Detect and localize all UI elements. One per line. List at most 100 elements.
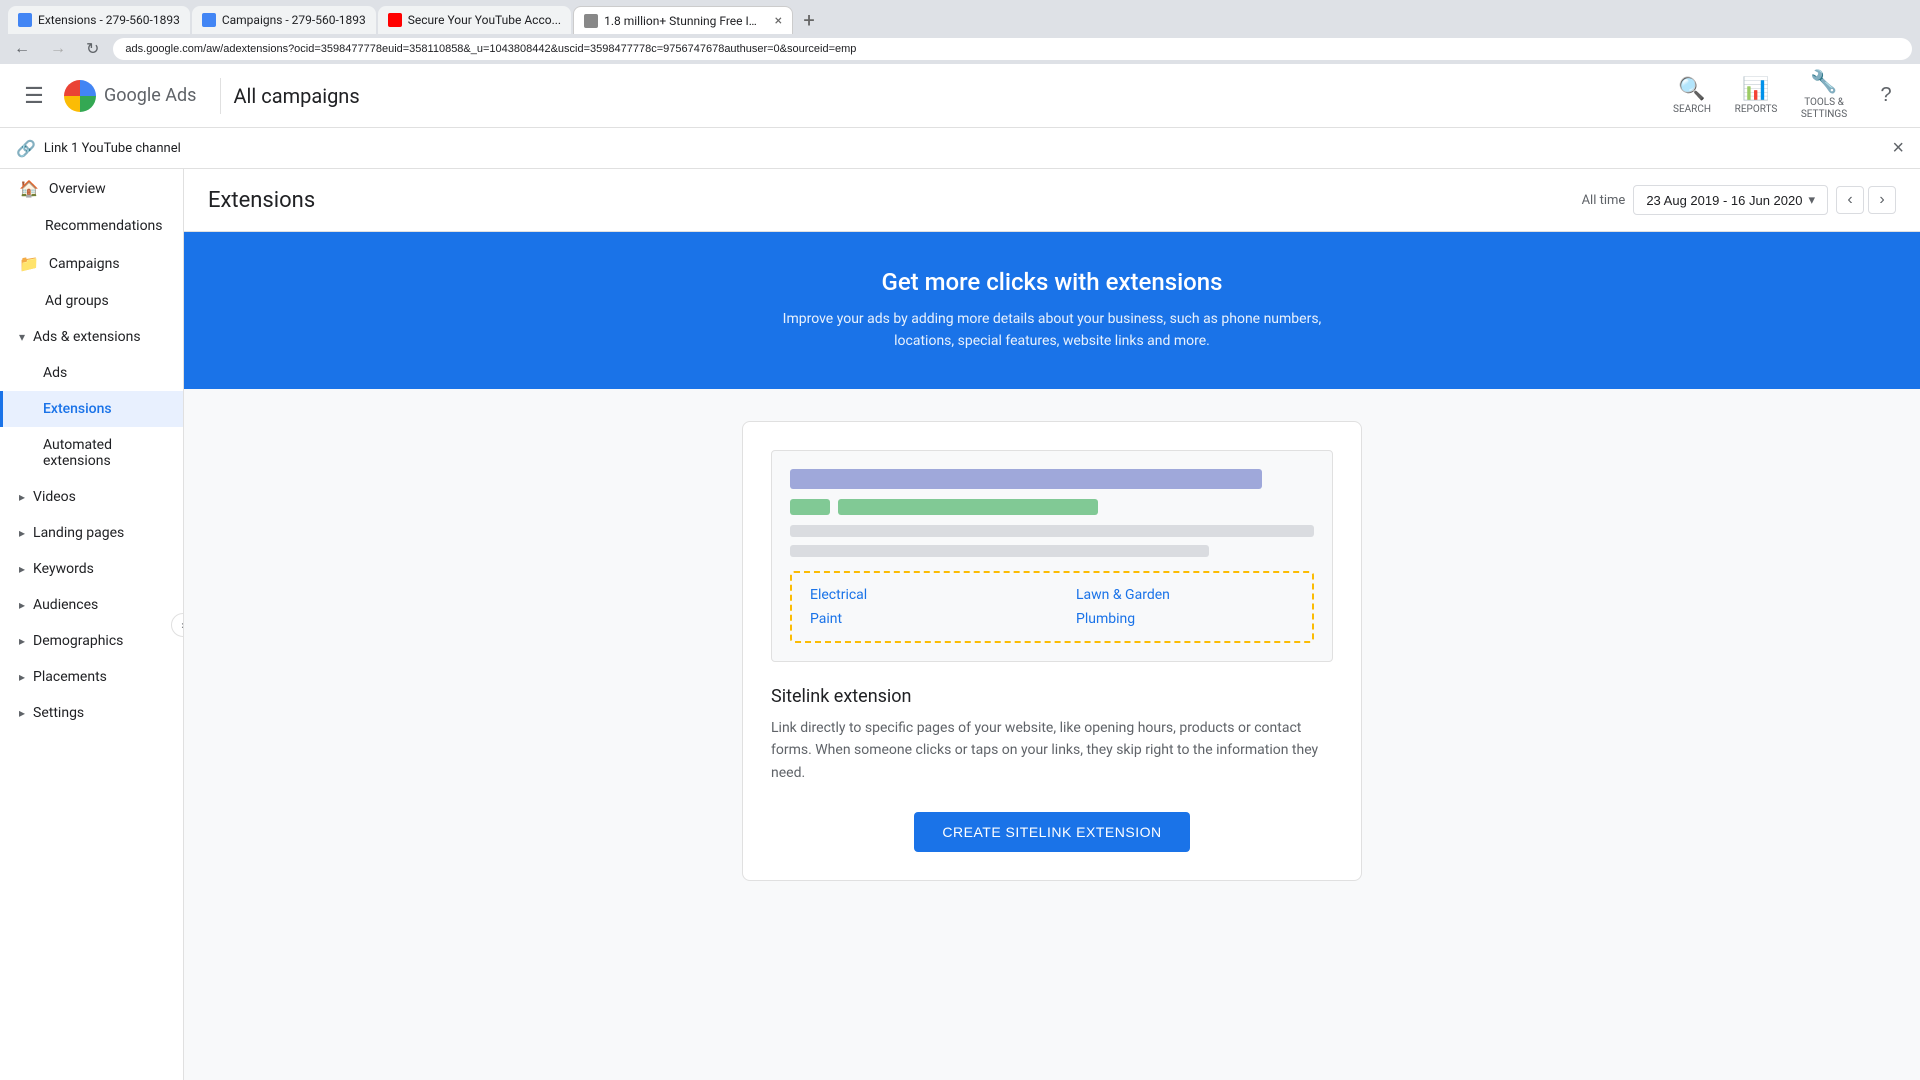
browser-chrome: Extensions - 279-560-1893 Campaigns - 27…	[0, 0, 1920, 64]
sidebar-group-videos[interactable]: ▸ Videos	[0, 479, 183, 515]
sidebar-group-ads-extensions[interactable]: ▾ Ads & extensions	[0, 319, 183, 355]
sidebar-group-landing-pages[interactable]: ▸ Landing pages	[0, 515, 183, 551]
sidebar-label-ads-extensions: Ads & extensions	[33, 329, 141, 345]
content-area: Extensions All time 23 Aug 2019 - 16 Jun…	[184, 169, 1920, 1080]
sidebar-item-ads[interactable]: Ads	[0, 355, 183, 391]
tab-favicon-1	[18, 13, 32, 27]
page-title: Extensions	[208, 188, 315, 213]
chevron-right-icon-keywords: ▸	[19, 562, 25, 576]
sidebar-item-extensions[interactable]: Extensions	[0, 391, 183, 427]
tab-4[interactable]: 1.8 million+ Stunning Free Im... ×	[573, 6, 793, 34]
notification-text: Link 1 YouTube channel	[44, 141, 181, 156]
tools-settings-btn[interactable]: 🔧 TOOLS & SETTINGS	[1788, 66, 1860, 126]
chevron-right-icon-videos: ▸	[19, 490, 25, 504]
help-button[interactable]: ?	[1868, 78, 1904, 114]
app-header: ☰ Google Ads All campaigns 🔍 SEARCH 📊 RE…	[0, 64, 1920, 128]
header-icons: 🔍 SEARCH 📊 REPORTS 🔧 TOOLS & SETTINGS ?	[1660, 66, 1904, 126]
sitelink-1[interactable]: Electrical	[810, 587, 1028, 603]
sidebar-label-automated-extensions: Automated extensions	[43, 437, 167, 469]
tab-2[interactable]: Campaigns - 279-560-1893	[192, 6, 376, 34]
sitelink-3[interactable]: Paint	[810, 611, 1028, 627]
sidebar-label-recommendations: Recommendations	[19, 218, 163, 234]
create-sitelink-button[interactable]: CREATE SITELINK EXTENSION	[914, 812, 1189, 852]
main-layout: 🏠 Overview Recommendations 📁 Campaigns A…	[0, 169, 1920, 1080]
tab-label-3: Secure Your YouTube Acco...	[408, 13, 561, 27]
tab-favicon-4	[584, 14, 598, 28]
back-button[interactable]: ←	[8, 38, 36, 60]
sidebar: 🏠 Overview Recommendations 📁 Campaigns A…	[0, 169, 184, 1080]
all-time-label: All time	[1582, 193, 1626, 208]
sidebar-item-campaigns[interactable]: 📁 Campaigns	[0, 244, 183, 283]
url-input[interactable]	[113, 38, 1912, 60]
reload-button[interactable]: ↻	[80, 37, 105, 61]
date-dropdown-icon: ▾	[1808, 192, 1815, 208]
sidebar-group-keywords[interactable]: ▸ Keywords	[0, 551, 183, 587]
chevron-right-icon-audiences: ▸	[19, 598, 25, 612]
sidebar-item-overview[interactable]: 🏠 Overview	[0, 169, 183, 208]
sitelink-2[interactable]: Lawn & Garden	[1076, 587, 1294, 603]
search-btn[interactable]: 🔍 SEARCH	[1660, 66, 1724, 126]
app-name: Google Ads	[104, 85, 196, 106]
sitelink-4[interactable]: Plumbing	[1076, 611, 1294, 627]
date-range-control: All time 23 Aug 2019 - 16 Jun 2020 ▾ ‹ ›	[1582, 185, 1896, 215]
hamburger-menu[interactable]: ☰	[16, 78, 52, 114]
ad-bar-url-row	[790, 499, 1314, 515]
reports-icon: 📊	[1742, 77, 1769, 102]
sidebar-label-demographics: Demographics	[33, 633, 123, 649]
sitelinks-preview: Electrical Lawn & Garden Paint Plumbing	[790, 571, 1314, 643]
sidebar-label-keywords: Keywords	[33, 561, 94, 577]
search-icon: 🔍	[1678, 77, 1705, 102]
next-period-button[interactable]: ›	[1868, 186, 1896, 214]
chevron-right-icon-demographics: ▸	[19, 634, 25, 648]
tab-favicon-2	[202, 13, 216, 27]
promo-heading: Get more clicks with extensions	[208, 268, 1896, 296]
chevron-right-icon-settings: ▸	[19, 706, 25, 720]
tab-label-4: 1.8 million+ Stunning Free Im...	[604, 14, 765, 28]
tab-3[interactable]: Secure Your YouTube Acco...	[378, 6, 571, 34]
sidebar-group-demographics[interactable]: ▸ Demographics	[0, 623, 183, 659]
nav-arrows: ‹ ›	[1836, 186, 1896, 214]
sidebar-group-audiences[interactable]: ▸ Audiences	[0, 587, 183, 623]
forward-button[interactable]: →	[44, 38, 72, 60]
prev-period-button[interactable]: ‹	[1836, 186, 1864, 214]
tab-1[interactable]: Extensions - 279-560-1893	[8, 6, 190, 34]
notification-bar: 🔗 Link 1 YouTube channel ×	[0, 128, 1920, 169]
sidebar-item-recommendations[interactable]: Recommendations	[0, 208, 183, 244]
ad-bar-desc2	[790, 545, 1209, 557]
content-header: Extensions All time 23 Aug 2019 - 16 Jun…	[184, 169, 1920, 232]
sidebar-label-ads: Ads	[43, 365, 67, 381]
sidebar-label-landing-pages: Landing pages	[33, 525, 124, 541]
sidebar-label-audiences: Audiences	[33, 597, 98, 613]
ad-bar-url-main	[838, 499, 1098, 515]
tab-close-4[interactable]: ×	[775, 13, 782, 29]
sidebar-group-settings[interactable]: ▸ Settings	[0, 695, 183, 731]
sidebar-label-videos: Videos	[33, 489, 76, 505]
chevron-right-icon-landing: ▸	[19, 526, 25, 540]
chevron-down-icon: ▾	[19, 330, 25, 344]
sidebar-label-placements: Placements	[33, 669, 107, 685]
date-range-button[interactable]: 23 Aug 2019 - 16 Jun 2020 ▾	[1633, 185, 1828, 215]
logo-area: Google Ads	[64, 80, 196, 112]
tools-label: TOOLS & SETTINGS	[1788, 97, 1860, 121]
chevron-right-icon-placements: ▸	[19, 670, 25, 684]
new-tab-button[interactable]: +	[795, 6, 823, 34]
extension-description: Link directly to specific pages of your …	[771, 717, 1333, 784]
sidebar-label-ad-groups: Ad groups	[19, 293, 109, 309]
sidebar-group-placements[interactable]: ▸ Placements	[0, 659, 183, 695]
campaign-label: All campaigns	[233, 84, 359, 108]
promo-description: Improve your ads by adding more details …	[752, 308, 1352, 353]
campaigns-icon: 📁	[19, 254, 39, 273]
sidebar-label-settings: Settings	[33, 705, 84, 721]
tab-favicon-3	[388, 13, 402, 27]
ad-preview: Electrical Lawn & Garden Paint Plumbing	[771, 450, 1333, 662]
sidebar-item-automated-extensions[interactable]: Automated extensions	[0, 427, 183, 479]
extension-card-area: Electrical Lawn & Garden Paint Plumbing …	[184, 389, 1920, 913]
tab-label-1: Extensions - 279-560-1893	[38, 13, 180, 27]
reports-label: REPORTS	[1735, 104, 1778, 115]
notification-close[interactable]: ×	[1892, 138, 1904, 158]
tools-icon: 🔧	[1810, 70, 1837, 95]
search-label: SEARCH	[1673, 104, 1711, 115]
reports-btn[interactable]: 📊 REPORTS	[1724, 66, 1788, 126]
sidebar-item-ad-groups[interactable]: Ad groups	[0, 283, 183, 319]
sidebar-label-overview: Overview	[49, 181, 106, 197]
